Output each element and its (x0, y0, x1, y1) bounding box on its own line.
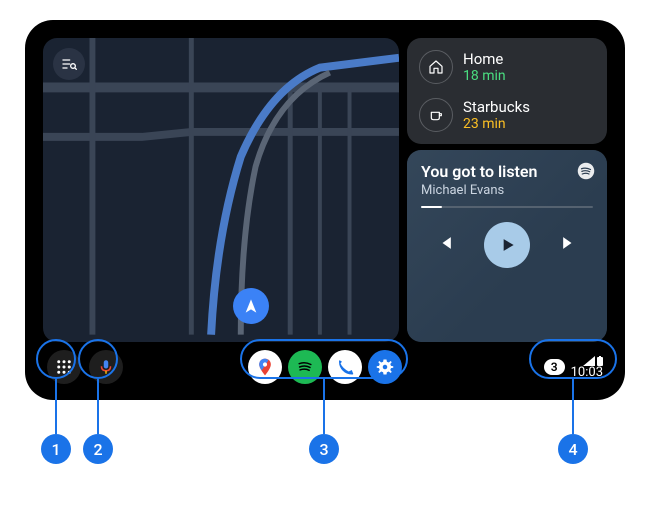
destination-eta: 18 min (463, 68, 506, 84)
skip-previous-icon (435, 233, 455, 253)
current-location-marker (233, 288, 269, 324)
media-artist: Michael Evans (421, 183, 593, 198)
callout-1: 1 (41, 434, 71, 464)
destination-home[interactable]: Home 18 min (413, 46, 601, 88)
search-list-icon (61, 56, 77, 72)
skip-next-icon (559, 233, 579, 253)
next-track-button[interactable] (559, 233, 579, 257)
map-roads (43, 38, 399, 335)
destination-name: Starbucks (463, 98, 530, 116)
settings-app-button[interactable] (368, 350, 402, 384)
apps-grid-icon (55, 358, 73, 376)
callout-3: 3 (309, 434, 339, 464)
media-card[interactable]: You got to listen Michael Evans (407, 150, 607, 342)
destination-starbucks[interactable]: Starbucks 23 min (413, 94, 601, 136)
destinations-card: Home 18 min Starbucks 23 min (407, 38, 607, 144)
maps-app-button[interactable] (248, 350, 282, 384)
destination-name: Home (463, 50, 506, 68)
app-launcher-button[interactable] (47, 350, 81, 384)
media-title: You got to listen (421, 162, 593, 181)
spotify-icon (295, 357, 315, 377)
callout-4: 4 (558, 434, 588, 464)
callout-2: 2 (83, 434, 113, 464)
navigation-arrow-icon (243, 298, 259, 314)
destination-eta: 23 min (463, 116, 530, 132)
gear-icon (376, 358, 394, 376)
play-icon (497, 235, 517, 255)
microphone-icon (97, 358, 115, 376)
spotify-app-button[interactable] (288, 350, 322, 384)
phone-icon (336, 358, 354, 376)
voice-assistant-button[interactable] (89, 350, 123, 384)
play-button[interactable] (484, 222, 530, 268)
home-icon (419, 50, 453, 84)
media-progress-bar[interactable] (421, 206, 593, 208)
previous-track-button[interactable] (435, 233, 455, 257)
cellular-signal-icon (583, 356, 595, 366)
notification-count-badge[interactable]: 3 (544, 359, 565, 375)
google-maps-icon (255, 357, 275, 377)
clock-time: 10:03 (571, 366, 603, 379)
coffee-cup-icon (419, 98, 453, 132)
map-view[interactable] (43, 38, 399, 342)
battery-icon (597, 356, 603, 366)
map-search-button[interactable] (53, 48, 85, 80)
phone-app-button[interactable] (328, 350, 362, 384)
navigation-bar: 3 10:03 (37, 346, 613, 388)
